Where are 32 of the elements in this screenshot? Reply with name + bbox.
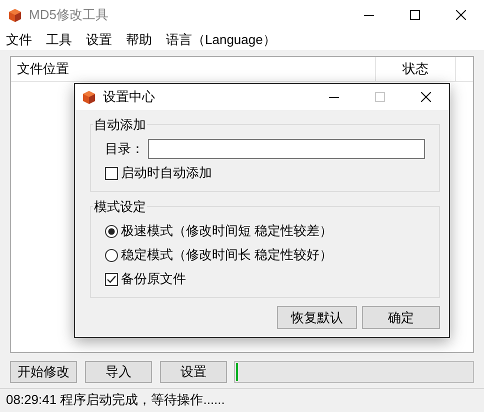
checkbox-label: 启动时自动添加 [121,164,212,182]
close-icon [456,10,466,20]
radio-button[interactable] [105,248,118,262]
radio-button[interactable] [105,224,118,238]
field-label: 目录： [105,140,144,158]
menu-item[interactable]: 设置 [86,31,112,49]
checkbox-label: 备份原文件 [121,270,186,288]
maximize-icon [410,10,420,20]
group-title: 自动添加 [93,116,147,134]
app-cube-icon [8,8,22,22]
close-icon [421,92,431,102]
group-title: 模式设定 [93,198,147,216]
action-button[interactable]: 开始修改 [10,361,77,383]
menu-item[interactable]: 文件 [6,31,32,49]
window-title: MD5修改工具 [29,6,110,24]
app-cube-icon [82,90,96,104]
checkbox[interactable] [105,272,118,286]
action-button[interactable]: 导入 [85,361,152,383]
maximize-icon [375,92,385,102]
column-header[interactable]: 文件位置 [11,57,376,81]
dialog-button[interactable]: 恢复默认 [277,306,357,329]
radio-label: 稳定模式（修改时间长 稳定性较好） [121,246,333,264]
menu-item[interactable]: 工具 [46,31,72,49]
directory-field[interactable] [148,139,425,159]
dialog-button[interactable]: 确定 [362,306,440,329]
action-button[interactable]: 设置 [160,361,227,383]
checkbox[interactable] [105,166,118,180]
menu-item[interactable]: 语言（Language） [166,31,276,49]
column-header[interactable]: 状态 [376,57,456,81]
menu-item[interactable]: 帮助 [126,31,152,49]
dialog-title: 设置中心 [103,88,156,106]
radio-label: 极速模式（修改时间短 稳定性较差） [121,222,333,240]
